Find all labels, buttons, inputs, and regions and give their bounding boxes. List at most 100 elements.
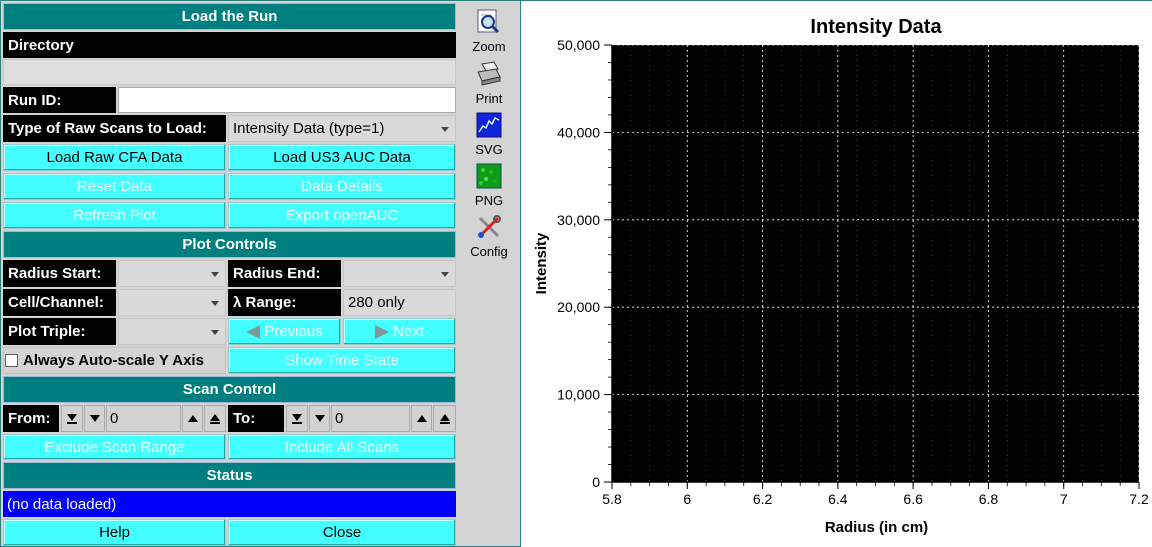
radius-end-select[interactable] (343, 260, 456, 287)
help-button[interactable]: Help (3, 519, 226, 546)
plot-controls-header: Plot Controls (3, 231, 456, 258)
plot-triple-select[interactable] (118, 318, 226, 345)
bar-icon (292, 421, 302, 424)
cell-channel-label: Cell/Channel: (3, 289, 116, 316)
next-label: Next (393, 323, 424, 340)
png-tool[interactable]: PNG (461, 163, 517, 208)
chevron-down-icon (441, 271, 449, 277)
from-first-button[interactable] (61, 405, 83, 432)
chevron-down-icon (211, 329, 219, 335)
export-openauc-button[interactable]: Export openAUC (228, 202, 456, 229)
zoom-label: Zoom (472, 39, 506, 54)
from-down-button[interactable] (84, 405, 105, 432)
scan-type-value: Intensity Data (type=1) (233, 120, 385, 137)
config-tool[interactable]: Config (461, 214, 517, 259)
x-tick-label: 5.8 (602, 491, 622, 507)
arrow-left-icon (246, 324, 261, 339)
scan-type-label: Type of Raw Scans to Load: (3, 115, 226, 142)
from-label: From: (3, 405, 59, 432)
directory-label: Directory (3, 32, 456, 58)
status-text: (no data loaded) (3, 491, 456, 517)
radius-end-label: Radius End: (228, 260, 341, 287)
chevron-up-icon (210, 413, 220, 421)
next-button[interactable]: Next (343, 318, 456, 345)
lambda-range-value: 280 only (343, 289, 456, 316)
plot-panel: Intensity Data 5.8 6 6.2 6.4 6.6 6.8 7 7.2 0 10,00… (520, 1, 1152, 547)
previous-label: Previous (264, 323, 323, 340)
chevron-up-icon (439, 413, 450, 421)
x-tick-label: 6 (683, 491, 691, 507)
chevron-down-icon (314, 415, 325, 422)
x-tick-label: 7.2 (1129, 491, 1149, 507)
to-first-button[interactable] (286, 405, 308, 432)
include-all-scans-button[interactable]: Include All Scans (228, 434, 456, 460)
x-tick-label: 6.6 (903, 491, 923, 507)
run-id-input[interactable] (118, 87, 456, 113)
chart-title: Intensity Data (810, 16, 942, 38)
png-icon (476, 163, 502, 189)
to-label: To: (228, 405, 284, 432)
print-label: Print (475, 91, 503, 106)
exclude-scan-range-button[interactable]: Exclude Scan Range (3, 434, 226, 460)
x-tick-label: 6.2 (753, 491, 773, 507)
radius-start-label: Radius Start: (3, 260, 116, 287)
load-cfa-button[interactable]: Load Raw CFA Data (3, 144, 226, 171)
previous-button[interactable]: Previous (228, 318, 341, 345)
autoscale-label: Always Auto-scale Y Axis (23, 352, 204, 369)
zoom-icon (477, 9, 500, 34)
x-axis-label: Radius (in cm) (825, 519, 928, 536)
run-id-label: Run ID: (3, 87, 116, 113)
y-tick-label: 20,000 (557, 299, 600, 315)
x-tick-label: 6.4 (828, 491, 848, 507)
from-input[interactable]: 0 (106, 405, 181, 432)
intensity-chart[interactable]: Intensity Data 5.8 6 6.2 6.4 6.6 6.8 7 7.2 0 10,00… (521, 1, 1152, 546)
close-button[interactable]: Close (228, 519, 456, 546)
chevron-up-icon (187, 415, 198, 422)
load-us3-button[interactable]: Load US3 AUC Data (228, 144, 456, 171)
bar-icon (210, 421, 220, 424)
print-icon (477, 61, 501, 86)
directory-field[interactable] (3, 59, 456, 85)
chevron-up-icon (416, 415, 427, 422)
autoscale-row[interactable]: Always Auto-scale Y Axis (3, 347, 226, 374)
refresh-plot-button[interactable]: Refresh Plot (3, 202, 226, 229)
from-up-button[interactable] (182, 405, 203, 432)
svg-tool[interactable]: SVG (461, 112, 517, 157)
bar-icon (439, 421, 450, 424)
svg-icon (476, 112, 502, 138)
reset-data-button[interactable]: Reset Data (3, 173, 226, 200)
bar-icon (67, 421, 77, 424)
cell-channel-select[interactable] (118, 289, 226, 316)
y-tick-label: 40,000 (557, 124, 600, 140)
png-label: PNG (474, 193, 504, 208)
y-tick-label: 30,000 (557, 212, 600, 228)
to-up-button[interactable] (411, 405, 432, 432)
to-down-button[interactable] (309, 405, 330, 432)
chevron-down-icon (211, 300, 219, 306)
scan-type-select[interactable]: Intensity Data (type=1) (228, 115, 456, 142)
show-time-state-button[interactable]: Show Time State (228, 347, 456, 374)
lambda-range-label: λ Range: (228, 289, 341, 316)
chevron-down-icon (292, 413, 302, 421)
to-input[interactable]: 0 (331, 405, 410, 432)
y-axis-label: Intensity (533, 232, 550, 294)
config-label: Config (470, 244, 508, 259)
to-last-button[interactable] (433, 405, 456, 432)
from-last-button[interactable] (204, 405, 226, 432)
x-tick-label: 7 (1060, 491, 1068, 507)
plot-triple-label: Plot Triple: (3, 318, 116, 345)
scan-control-header: Scan Control (3, 376, 456, 403)
load-run-header: Load the Run (3, 3, 456, 30)
print-tool[interactable]: Print (461, 61, 517, 106)
data-details-button[interactable]: Data Details (228, 173, 456, 200)
zoom-tool[interactable]: Zoom (461, 9, 517, 54)
chevron-down-icon (211, 271, 219, 277)
y-tick-label: 0 (592, 474, 600, 490)
autoscale-checkbox[interactable] (5, 354, 18, 367)
y-tick-label: 10,000 (557, 387, 600, 403)
chevron-down-icon (441, 126, 449, 132)
arrow-right-icon (375, 324, 390, 339)
config-icon (478, 215, 501, 238)
radius-start-select[interactable] (118, 260, 226, 287)
x-tick-label: 6.8 (979, 491, 999, 507)
